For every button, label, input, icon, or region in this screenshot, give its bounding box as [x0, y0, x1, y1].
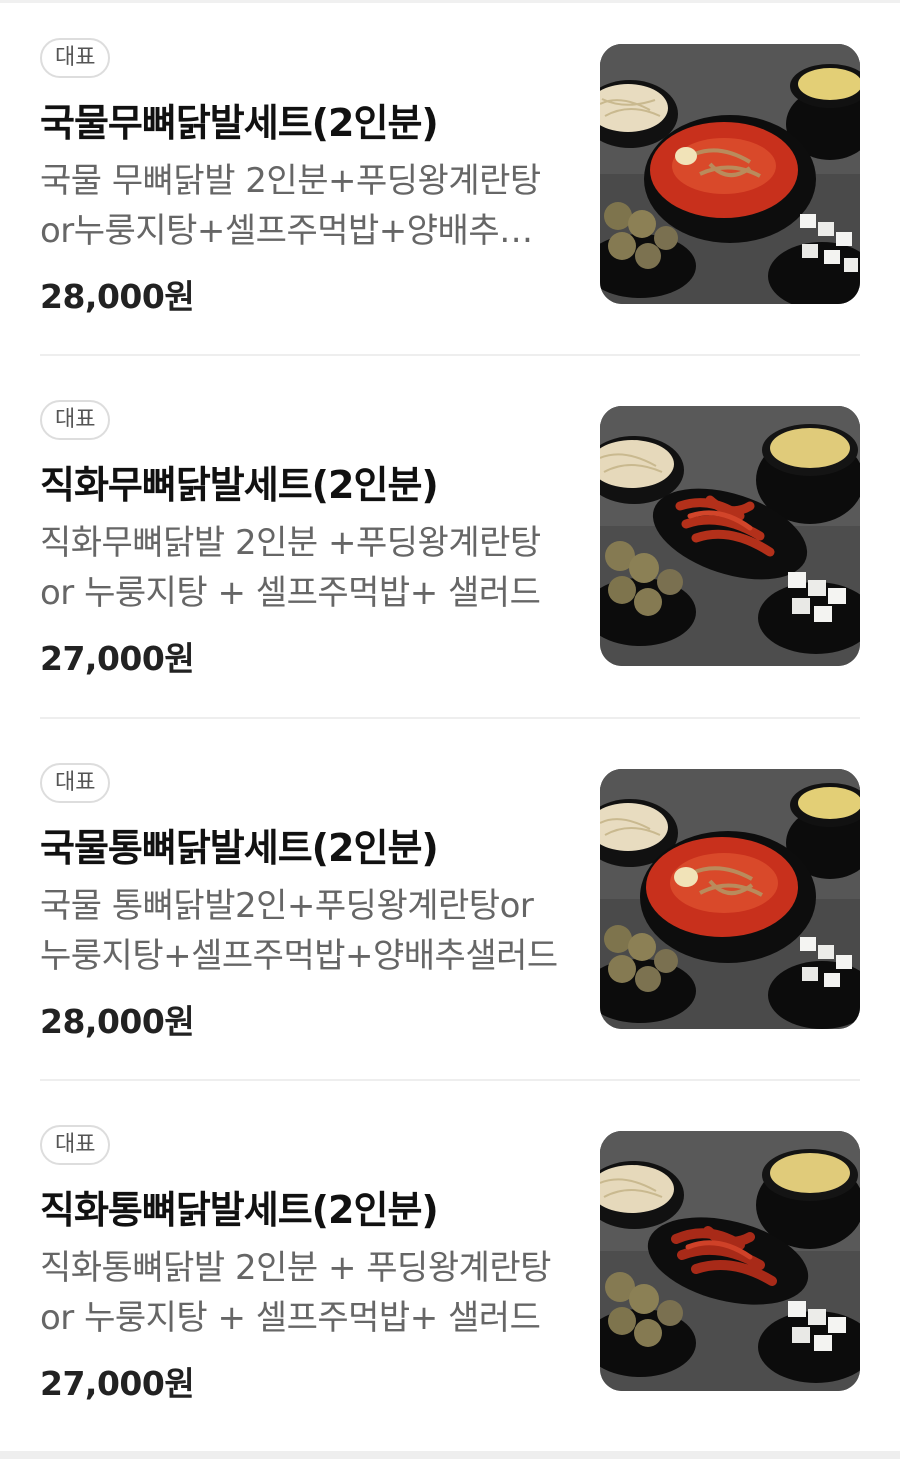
- menu-item-photo[interactable]: [600, 1131, 860, 1391]
- menu-item[interactable]: 대표 국물통뼈닭발세트(2인분) 국물 통뼈닭발2인+푸딩왕계란탕or누룽지탕+…: [40, 763, 860, 1041]
- menu-item-name: 국물통뼈닭발세트(2인분): [40, 826, 439, 870]
- menu-item-price: 27,000원: [40, 639, 195, 678]
- menu-item[interactable]: 대표 직화통뼈닭발세트(2인분) 직화통뼈닭발 2인분 + 푸딩왕계란탕 or …: [40, 1125, 860, 1403]
- menu-item-name: 직화통뼈닭발세트(2인분): [40, 1188, 439, 1232]
- menu-item[interactable]: 대표 직화무뼈닭발세트(2인분) 직화무뼈닭발 2인분 +푸딩왕계란탕 or 누…: [40, 400, 860, 678]
- signature-badge: 대표: [40, 1125, 111, 1165]
- menu-item-description: 국물 통뼈닭발2인+푸딩왕계란탕or누룽지탕+셀프주먹밥+양배추샐러드: [40, 886, 558, 976]
- menu-item-description: 직화통뼈닭발 2인분 + 푸딩왕계란탕 or 누룽지탕 + 셀프주먹밥+ 샐러드: [40, 1248, 551, 1338]
- grilled-set-image: [600, 406, 860, 666]
- divider: [40, 354, 860, 356]
- soup-set-image: [600, 769, 860, 1029]
- menu-item-photo[interactable]: [600, 406, 860, 666]
- divider: [40, 1079, 860, 1081]
- menu-item-description: 국물 무뼈닭발 2인분+푸딩왕계란탕or누룽지탕+셀프주먹밥+양배추샐러드: [40, 161, 541, 251]
- menu-item-photo[interactable]: [600, 769, 860, 1029]
- menu-item[interactable]: 대표 국물무뼈닭발세트(2인분) 국물 무뼈닭발 2인분+푸딩왕계란탕or누룽지…: [40, 38, 860, 316]
- menu-item-price: 28,000원: [40, 277, 195, 316]
- signature-badge: 대표: [40, 763, 111, 803]
- menu-item-price: 27,000원: [40, 1364, 195, 1403]
- menu-item-price: 28,000원: [40, 1002, 195, 1041]
- menu-item-description: 직화무뼈닭발 2인분 +푸딩왕계란탕 or 누룽지탕 + 셀프주먹밥+ 샐러드: [40, 523, 541, 613]
- divider: [40, 717, 860, 719]
- grilled-set-image: [600, 1131, 860, 1391]
- soup-set-image: [600, 44, 860, 304]
- menu-item-photo[interactable]: [600, 44, 860, 304]
- menu-item-name: 직화무뼈닭발세트(2인분): [40, 463, 439, 507]
- signature-badge: 대표: [40, 400, 111, 440]
- section-separator: [0, 1451, 900, 1459]
- signature-badge: 대표: [40, 38, 111, 78]
- menu-item-name: 국물무뼈닭발세트(2인분): [40, 101, 439, 145]
- top-edge: [0, 0, 900, 3]
